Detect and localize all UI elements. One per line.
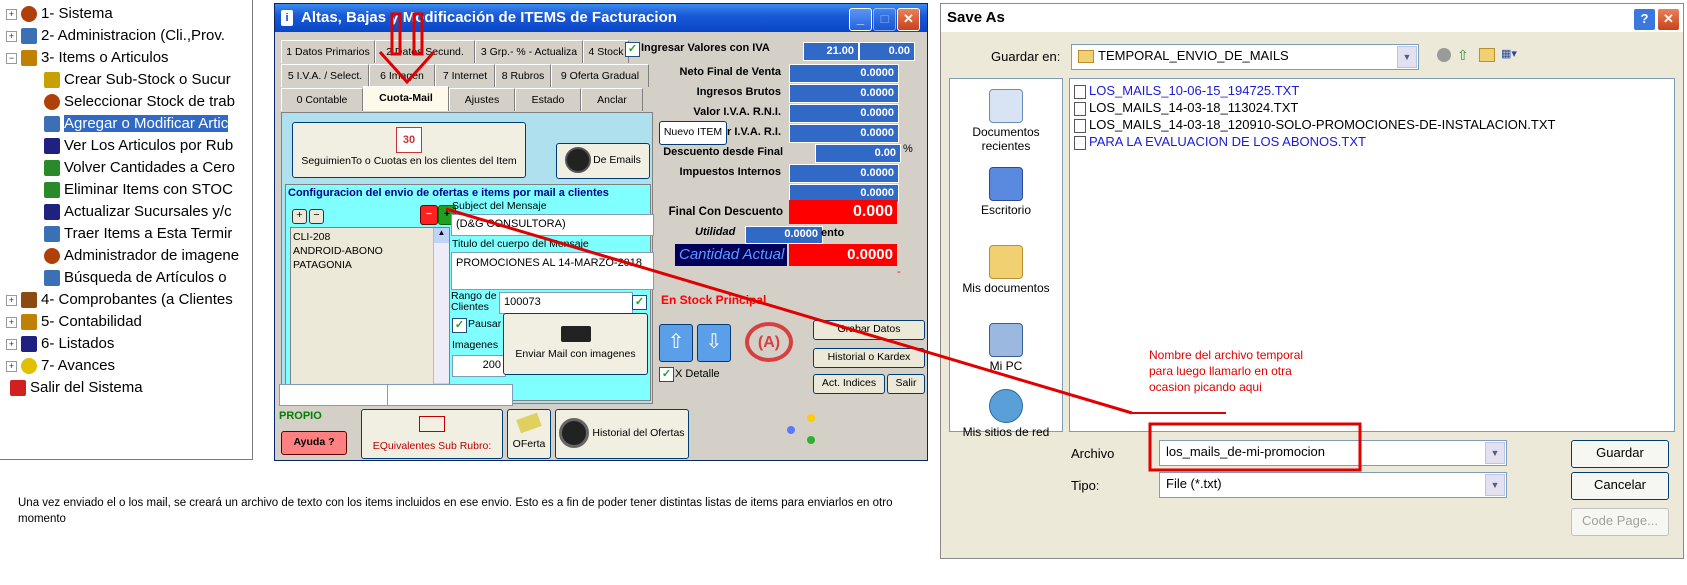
annotation-note: Nombre del archivo temporal para luego l… bbox=[1149, 348, 1304, 394]
tab-highlight-arrow bbox=[378, 12, 436, 85]
annotation-pointer-line bbox=[445, 207, 1133, 415]
caption-text: Una vez enviado el o los mail, se creará… bbox=[18, 497, 893, 525]
filename-highlight-box bbox=[1148, 422, 1362, 472]
